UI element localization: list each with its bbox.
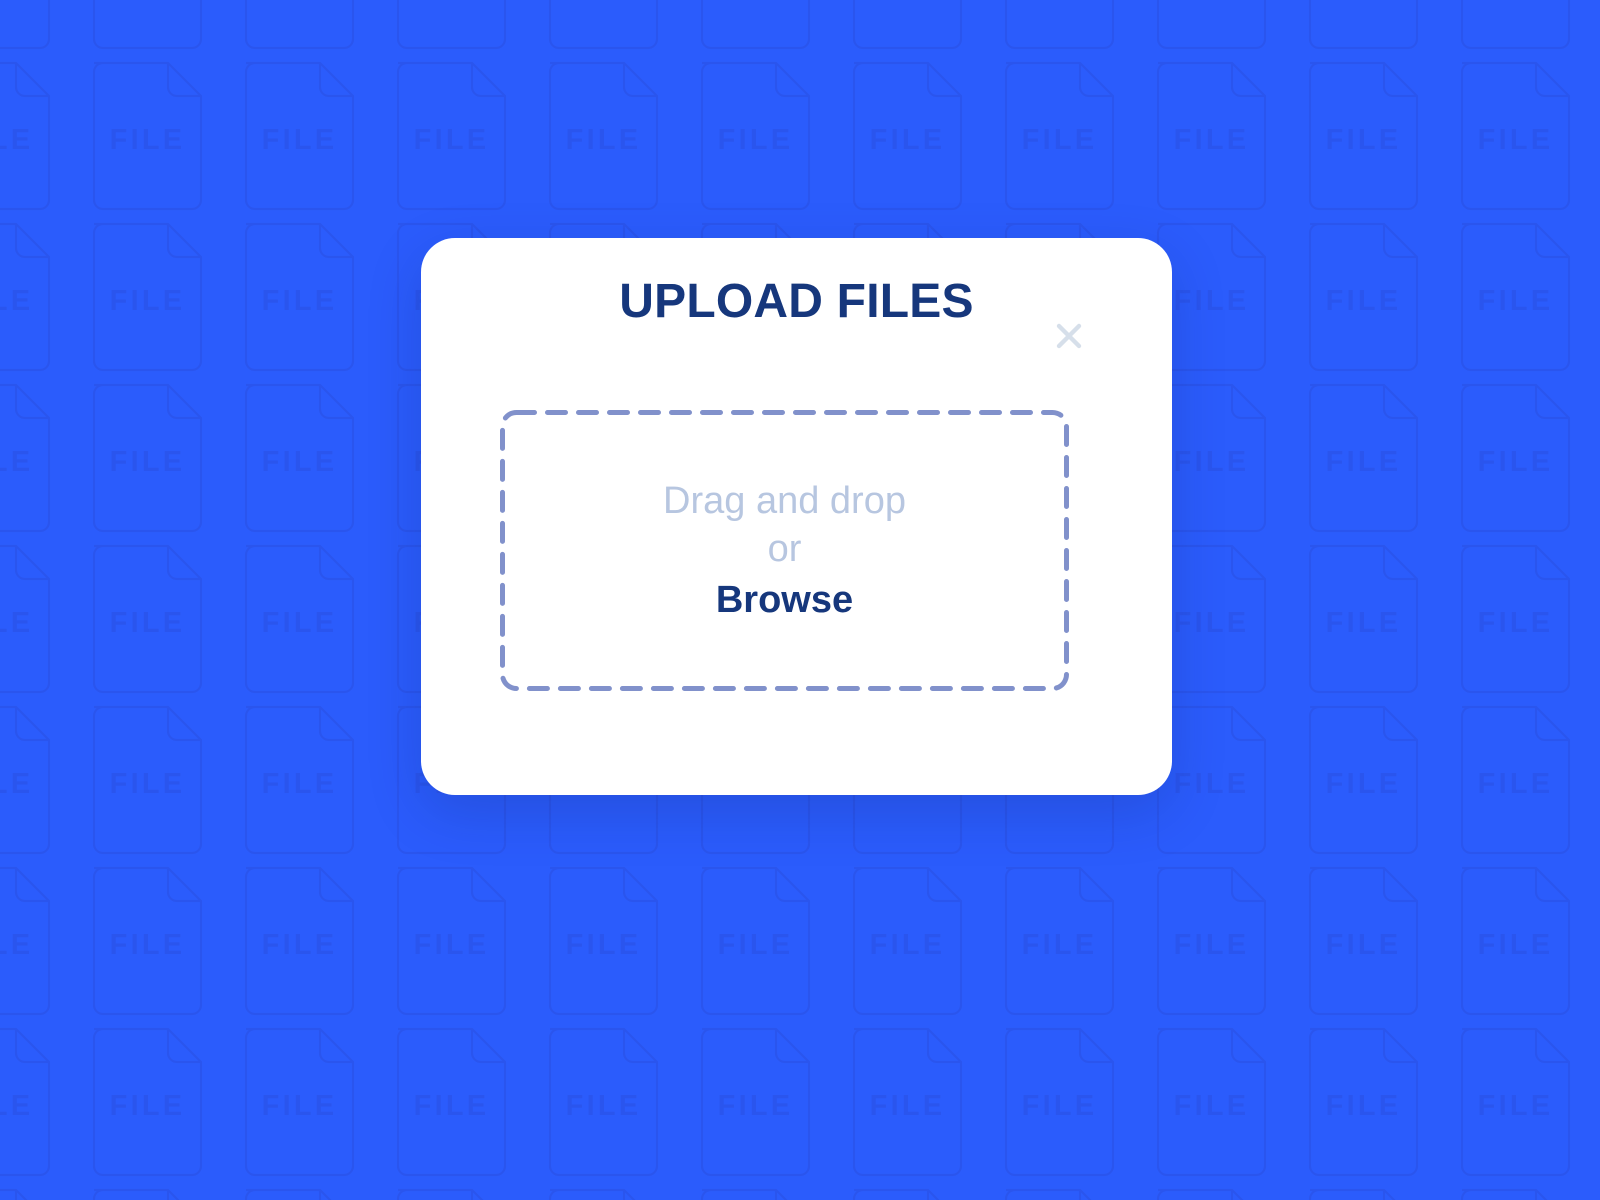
close-x-icon [1056,323,1082,349]
drop-zone-text: Drag and drop or Browse [663,477,906,625]
file-drop-zone[interactable]: Drag and drop or Browse [500,410,1069,691]
or-label: or [767,528,802,571]
close-button[interactable] [1048,315,1090,357]
browse-button[interactable]: Browse [716,576,853,625]
drag-and-drop-label: Drag and drop [663,479,906,522]
